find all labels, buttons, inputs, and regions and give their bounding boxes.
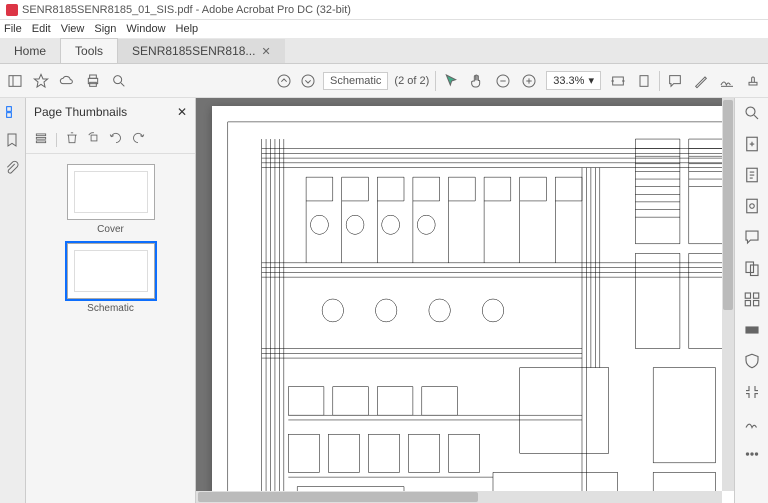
thumbnail-label: Schematic <box>87 303 134 314</box>
create-tool-icon[interactable] <box>743 197 761 218</box>
tab-home[interactable]: Home <box>0 39 60 63</box>
page-up-icon[interactable] <box>275 72 293 90</box>
vertical-scrollbar[interactable] <box>722 98 734 491</box>
attachment-tab-icon[interactable] <box>4 160 22 178</box>
pdf-icon <box>6 4 18 16</box>
toolbar: Schematic (2 of 2) 33.3%▾ <box>0 64 768 98</box>
page-label-input[interactable]: Schematic <box>323 72 388 90</box>
comment-icon[interactable] <box>666 72 684 90</box>
horizontal-scrollbar[interactable] <box>196 491 722 503</box>
fit-page-icon[interactable] <box>635 72 653 90</box>
thumbnail-label: Cover <box>97 224 124 235</box>
highlight-icon[interactable] <box>692 72 710 90</box>
export-tool-icon[interactable] <box>743 135 761 156</box>
bookmark-tab-icon[interactable] <box>4 132 22 150</box>
organize-tool-icon[interactable] <box>743 290 761 311</box>
page-canvas <box>212 106 734 503</box>
redact-tool-icon[interactable] <box>743 321 761 342</box>
thumbnails-tab-icon[interactable] <box>4 104 22 122</box>
rotate-icon[interactable] <box>87 131 101 148</box>
search-tool-icon[interactable] <box>743 104 761 125</box>
print-icon[interactable] <box>84 72 102 90</box>
document-viewer[interactable] <box>196 98 734 503</box>
combine-tool-icon[interactable] <box>743 259 761 280</box>
thumbnails-toolbar <box>26 126 195 154</box>
compress-tool-icon[interactable] <box>743 383 761 404</box>
sign-icon[interactable] <box>718 72 736 90</box>
menu-edit[interactable]: Edit <box>32 23 51 35</box>
fill-sign-tool-icon[interactable] <box>743 414 761 435</box>
menu-window[interactable]: Window <box>126 23 165 35</box>
star-icon[interactable] <box>32 72 50 90</box>
zoom-in-icon[interactable] <box>520 72 538 90</box>
tab-bar: Home Tools SENR8185SENR818... ✕ <box>0 38 768 64</box>
thumbnail-cover[interactable]: Cover <box>63 164 159 235</box>
hand-icon[interactable] <box>468 72 486 90</box>
thumbnail-schematic[interactable]: Schematic <box>63 243 159 314</box>
page-down-icon[interactable] <box>299 72 317 90</box>
comment-tool-icon[interactable] <box>743 228 761 249</box>
sidebar-toggle-icon[interactable] <box>6 72 24 90</box>
fit-width-icon[interactable] <box>609 72 627 90</box>
cloud-icon[interactable] <box>58 72 76 90</box>
menu-file[interactable]: File <box>4 23 22 35</box>
scrollbar-thumb[interactable] <box>198 492 478 502</box>
close-icon[interactable]: ✕ <box>261 45 270 58</box>
schematic-diagram <box>226 120 734 503</box>
search-icon[interactable] <box>110 72 128 90</box>
window-title: SENR8185SENR8185_01_SIS.pdf - Adobe Acro… <box>22 4 351 16</box>
title-bar: SENR8185SENR8185_01_SIS.pdf - Adobe Acro… <box>0 0 768 20</box>
left-nav-bar <box>0 98 26 503</box>
chevron-down-icon: ▾ <box>588 74 594 87</box>
tab-document-label: SENR8185SENR818... <box>132 44 255 58</box>
menu-help[interactable]: Help <box>176 23 199 35</box>
thumbnail-image <box>67 243 155 299</box>
zoom-out-icon[interactable] <box>494 72 512 90</box>
main-area: Page Thumbnails ✕ Cover Schematic <box>0 98 768 503</box>
menu-view[interactable]: View <box>61 23 85 35</box>
thumbnail-image <box>67 164 155 220</box>
thumbnails-title: Page Thumbnails <box>34 105 127 119</box>
stamp-icon[interactable] <box>744 72 762 90</box>
edit-tool-icon[interactable] <box>743 166 761 187</box>
thumbnails-list: Cover Schematic <box>26 154 195 503</box>
protect-tool-icon[interactable] <box>743 352 761 373</box>
redo-icon[interactable] <box>131 131 145 148</box>
menu-sign[interactable]: Sign <box>94 23 116 35</box>
options-icon[interactable] <box>34 131 48 148</box>
tab-document[interactable]: SENR8185SENR818... ✕ <box>118 39 285 63</box>
menu-bar: File Edit View Sign Window Help <box>0 20 768 38</box>
more-tools-icon[interactable] <box>743 445 761 466</box>
zoom-value[interactable]: 33.3%▾ <box>546 71 601 90</box>
scrollbar-thumb[interactable] <box>723 100 733 310</box>
delete-icon[interactable] <box>65 131 79 148</box>
right-tools-bar <box>734 98 768 503</box>
thumbnails-panel: Page Thumbnails ✕ Cover Schematic <box>26 98 196 503</box>
page-position: (2 of 2) <box>394 75 429 87</box>
close-icon[interactable]: ✕ <box>177 105 187 119</box>
undo-icon[interactable] <box>109 131 123 148</box>
tab-tools[interactable]: Tools <box>60 38 118 63</box>
pointer-icon[interactable] <box>442 72 460 90</box>
